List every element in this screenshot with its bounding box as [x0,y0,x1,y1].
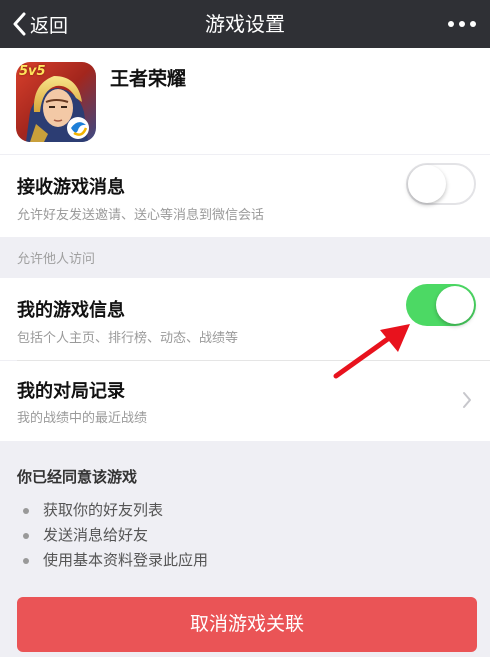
game-info-toggle[interactable] [406,284,476,326]
consent-item: 发送消息给好友 [17,523,208,548]
receive-messages-row: 接收游戏消息 允许好友发送邀请、送心等消息到微信会话 [0,155,490,237]
match-records-desc: 我的战绩中的最近战绩 [17,411,148,426]
game-icon-badge: 5v5 [19,64,46,79]
more-icon [448,21,476,27]
navigation-bar: 返回 游戏设置 [0,0,490,48]
match-records-title: 我的对局记录 [17,381,125,402]
cancel-game-link-button[interactable]: 取消游戏关联 [17,597,477,652]
receive-messages-title: 接收游戏消息 [17,177,125,198]
section-label-visitor-access: 允许他人访问 [17,252,96,267]
consent-item: 使用基本资料登录此应用 [17,548,208,573]
receive-messages-toggle[interactable] [406,163,476,205]
consent-list: 获取你的好友列表 发送消息给好友 使用基本资料登录此应用 [17,498,208,573]
game-name: 王者荣耀 [110,68,187,90]
chevron-right-icon [463,392,471,408]
game-info-title: 我的游戏信息 [17,300,125,321]
consent-item: 获取你的好友列表 [17,498,208,523]
consent-title: 你已经同意该游戏 [17,468,138,486]
receive-messages-desc: 允许好友发送邀请、送心等消息到微信会话 [17,208,265,223]
match-records-row[interactable]: 我的对局记录 我的战绩中的最近战绩 [0,361,490,441]
game-info-row: 我的游戏信息 包括个人主页、排行榜、动态、战绩等 [0,278,490,360]
game-card: 5v5 王者荣耀 [0,48,490,154]
game-app-icon: 5v5 [16,62,96,142]
toggle-knob [408,165,446,203]
toggle-knob [436,286,474,324]
page-title: 游戏设置 [205,12,285,36]
more-options-button[interactable] [448,0,476,48]
game-info-desc: 包括个人主页、排行榜、动态、战绩等 [17,331,239,346]
red-arrow-annotation-icon [333,324,410,379]
